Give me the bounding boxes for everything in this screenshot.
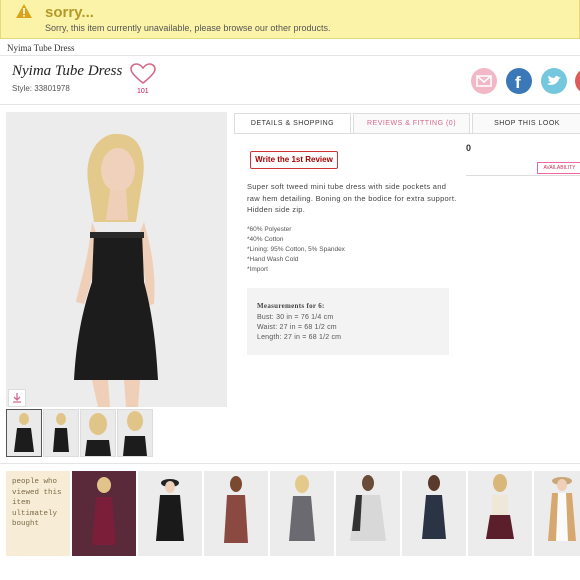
spec-line: *Hand Wash Cold (247, 256, 299, 263)
warning-icon (15, 3, 33, 24)
product-main-image[interactable] (6, 112, 227, 407)
heart-icon[interactable] (130, 63, 156, 90)
divider (0, 104, 580, 105)
recommended-product[interactable] (204, 471, 268, 556)
measurement-line: Length: 27 in = 68 1/2 cm (257, 334, 342, 341)
recommended-product[interactable] (534, 471, 580, 556)
product-thumbnail[interactable] (43, 409, 79, 457)
spec-line: *Lining: 95% Cotton, 5% Spandex (247, 246, 345, 253)
product-tabs: DETAILS & SHOPPING REVIEWS & FITTING (0)… (234, 113, 580, 134)
facebook-icon[interactable]: f (505, 67, 533, 95)
product-thumbnail[interactable] (80, 409, 116, 457)
measurement-line: Waist: 27 in = 68 1/2 cm (257, 324, 337, 331)
product-title: Nyima Tube Dress (12, 63, 123, 79)
recommended-product[interactable] (468, 471, 532, 556)
email-icon[interactable] (470, 67, 498, 95)
spec-line: *40% Cotton (247, 236, 284, 243)
divider (0, 55, 580, 56)
recommended-product[interactable] (270, 471, 334, 556)
alert-message: Sorry, this item currently unavailable, … (45, 23, 331, 33)
measurements-box: Measurements for 6: Bust: 30 in = 76 1/4… (247, 288, 449, 355)
measurement-line: Bust: 30 in = 76 1/4 cm (257, 314, 334, 321)
like-count: 101 (137, 88, 149, 95)
spec-line: *60% Polyester (247, 226, 292, 233)
recommended-product[interactable] (336, 471, 400, 556)
tab-details-shopping[interactable]: DETAILS & SHOPPING (234, 113, 351, 133)
svg-text:f: f (515, 73, 521, 92)
breadcrumb[interactable]: Nyima Tube Dress (7, 43, 75, 53)
tab-reviews-fitting[interactable]: REVIEWS & FITTING (0) (353, 113, 470, 133)
divider (0, 463, 580, 464)
pinterest-icon[interactable] (574, 67, 580, 95)
recommended-product[interactable] (138, 471, 202, 556)
divider (466, 175, 580, 176)
recommended-product[interactable] (402, 471, 466, 556)
availability-button[interactable]: AVAILABILITY (537, 162, 580, 174)
recommended-product[interactable] (72, 471, 136, 556)
product-style-number: Style: 33801978 (12, 84, 70, 93)
download-icon[interactable] (8, 389, 26, 407)
twitter-icon[interactable] (540, 67, 568, 95)
alert-title: sorry... (45, 4, 94, 21)
spec-line: *Import (247, 266, 268, 273)
product-thumbnail[interactable] (117, 409, 153, 457)
product-thumbnail[interactable] (6, 409, 42, 457)
people-viewed-label: people who viewed this item ultimately b… (6, 471, 70, 556)
people-viewed-text: people who viewed this item ultimately b… (12, 478, 62, 528)
review-count: 0 (466, 143, 472, 153)
product-specs: *60% Polyester *40% Cotton *Lining: 95% … (247, 225, 345, 275)
write-review-button[interactable]: Write the 1st Review (250, 151, 338, 169)
unavailable-alert: sorry... Sorry, this item currently unav… (0, 0, 580, 39)
tab-shop-this-look[interactable]: SHOP THIS LOOK (472, 113, 580, 133)
product-description: Super soft tweed mini tube dress with si… (247, 182, 457, 214)
measurements-heading: Measurements for 6: (257, 302, 325, 310)
